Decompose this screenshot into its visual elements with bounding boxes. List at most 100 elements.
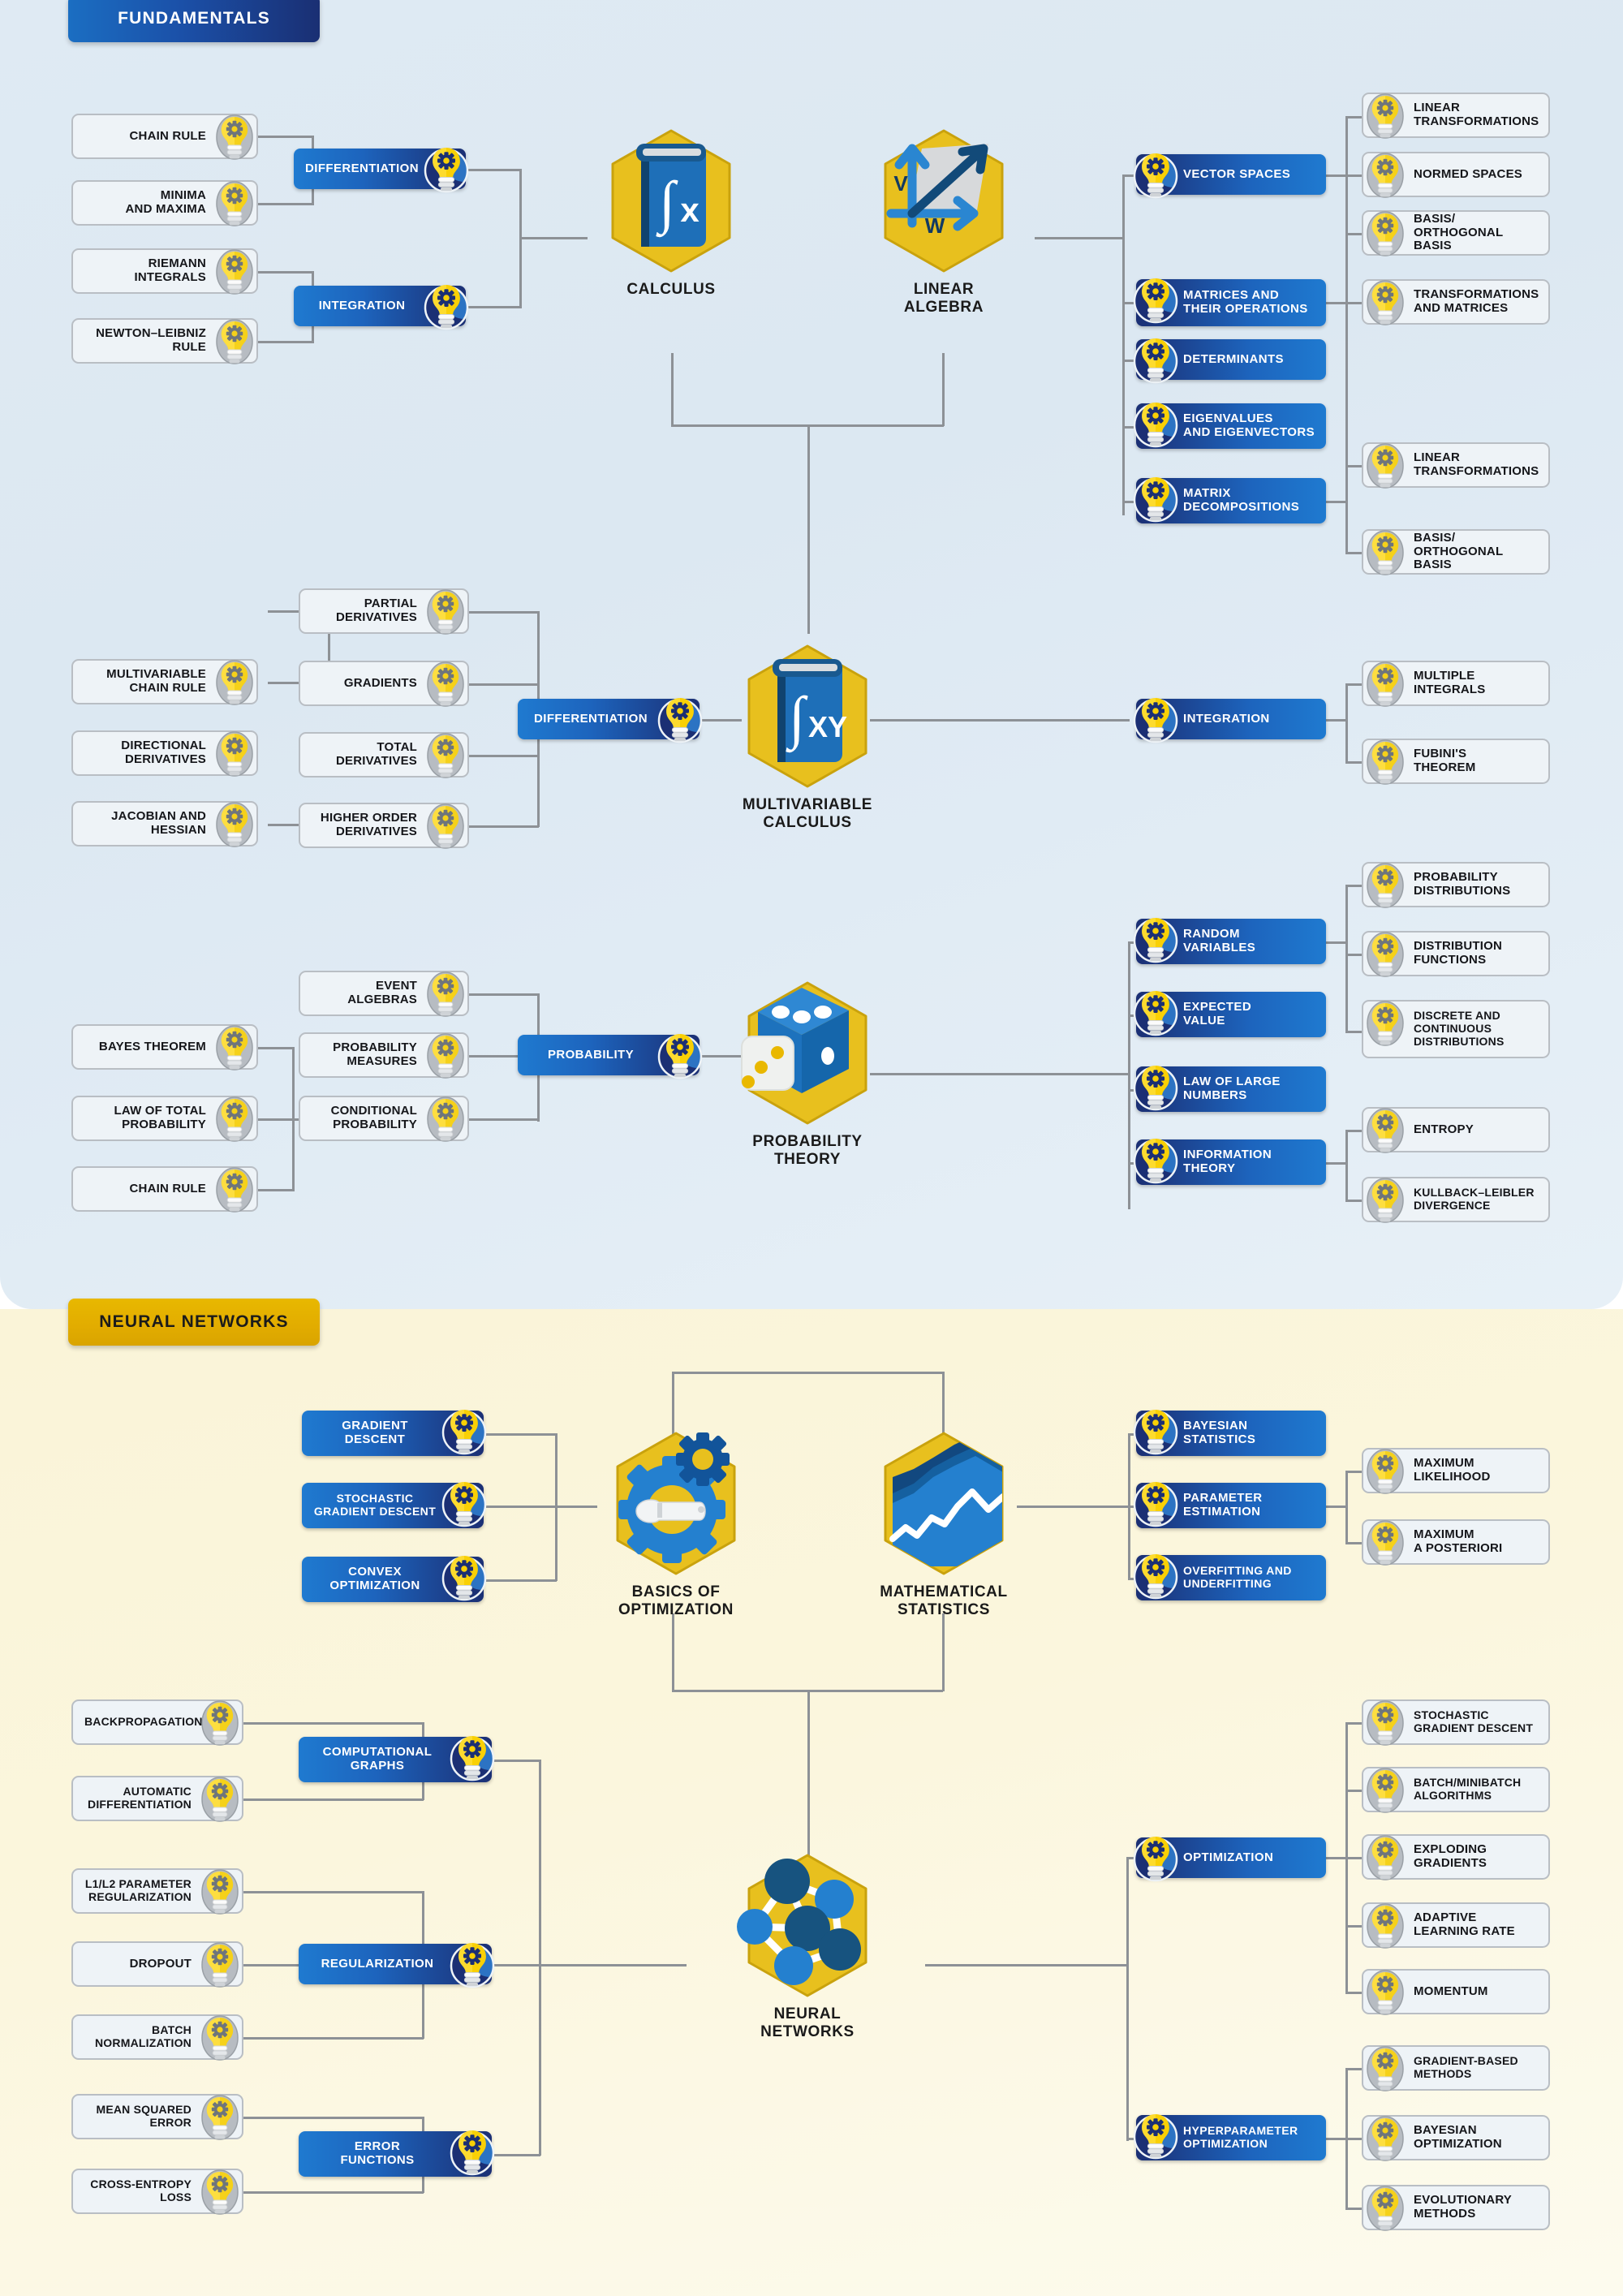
pill-integration-calculus[interactable]: INTEGRATION: [294, 286, 466, 326]
leaf-law-of-total-probability[interactable]: LAW OF TOTAL PROBABILITY: [71, 1096, 258, 1141]
hub-probability-theory[interactable]: PROBABILITY THEORY: [722, 978, 893, 1169]
pill-integration-multivariable[interactable]: INTEGRATION: [1136, 699, 1326, 739]
pill-determinants[interactable]: DETERMINANTS: [1136, 339, 1326, 380]
leaf-label: ENTROPY: [1414, 1122, 1474, 1136]
leaf-linear-transformations-vs[interactable]: LINEAR TRANSFORMATIONS: [1362, 93, 1550, 138]
lightbulb-gear-icon: [440, 1406, 489, 1455]
connector: [469, 611, 539, 614]
leaf-higher-order-derivatives[interactable]: HIGHER ORDER DERIVATIVES: [299, 803, 469, 848]
leaf-gradient-based-methods[interactable]: GRADIENT-BASED METHODS: [1362, 2045, 1550, 2091]
pill-optimization-nn[interactable]: OPTIMIZATION: [1136, 1837, 1326, 1878]
leaf-evolutionary-methods[interactable]: EVOLUTIONARY METHODS: [1362, 2185, 1550, 2230]
leaf-total-derivatives[interactable]: TOTAL DERIVATIVES: [299, 732, 469, 778]
leaf-maximum-likelihood[interactable]: MAXIMUM LIKELIHOOD: [1362, 1448, 1550, 1493]
leaf-basis-orthogonal-basis-vs[interactable]: BASIS/ ORTHOGONAL BASIS: [1362, 210, 1550, 256]
lightbulb-gear-icon: [200, 2167, 240, 2217]
connector: [1326, 1857, 1347, 1859]
pill-stochastic-gradient-descent[interactable]: STOCHASTIC GRADIENT DESCENT: [302, 1483, 484, 1528]
leaf-newton-leibniz-rule[interactable]: NEWTON–LEIBNIZ RULE: [71, 318, 258, 364]
pill-random-variables[interactable]: RANDOM VARIABLES: [1136, 919, 1326, 964]
leaf-label-line1: EXPLODING: [1414, 1842, 1487, 1857]
leaf-backpropagation[interactable]: BACKPROPAGATION: [71, 1699, 243, 1745]
leaf-adaptive-learning-rate[interactable]: ADAPTIVE LEARNING RATE: [1362, 1902, 1550, 1948]
hub-calculus[interactable]: ∫ x CALCULUS: [586, 126, 756, 299]
pill-overfitting-and-underfitting[interactable]: OVERFITTING AND UNDERFITTING: [1136, 1555, 1326, 1600]
connector: [1345, 1925, 1363, 1928]
hub-basics-of-optimization[interactable]: BASICS OF OPTIMIZATION: [591, 1428, 761, 1619]
leaf-label-line2: A POSTERIORI: [1414, 1541, 1503, 1555]
hub-linear-algebra[interactable]: V W LINEAR ALGEBRA: [859, 126, 1029, 317]
leaf-cross-entropy-loss[interactable]: CROSS-ENTROPY LOSS: [71, 2169, 243, 2214]
leaf-label-line1: DIRECTIONAL: [121, 739, 206, 753]
leaf-kullback-leibler-divergence[interactable]: KULLBACK–LEIBLER DIVERGENCE: [1362, 1177, 1550, 1222]
leaf-exploding-gradients[interactable]: EXPLODING GRADIENTS: [1362, 1834, 1550, 1880]
leaf-discrete-and-continuous-distributions[interactable]: DISCRETE AND CONTINUOUS DISTRIBUTIONS: [1362, 1000, 1550, 1058]
leaf-l1-l2-parameter-regularization[interactable]: L1/L2 PARAMETER REGULARIZATION: [71, 1868, 243, 1914]
leaf-probability-distributions[interactable]: PROBABILITY DISTRIBUTIONS: [1362, 862, 1550, 907]
leaf-jacobian-and-hessian[interactable]: JACOBIAN AND HESSIAN: [71, 801, 258, 846]
pill-label-line1: PARAMETER: [1183, 1491, 1263, 1506]
pill-error-functions[interactable]: ERROR FUNCTIONS: [299, 2131, 492, 2177]
leaf-linear-transformations-md[interactable]: LINEAR TRANSFORMATIONS: [1362, 442, 1550, 488]
leaf-label-line1: TOTAL: [377, 740, 417, 755]
leaf-bayesian-optimization[interactable]: BAYESIAN OPTIMIZATION: [1362, 2115, 1550, 2160]
leaf-batch-minibatch-algorithms[interactable]: BATCH/MINIBATCH ALGORITHMS: [1362, 1767, 1550, 1812]
leaf-mean-squared-error[interactable]: MEAN SQUARED ERROR: [71, 2094, 243, 2139]
leaf-chain-rule-probability[interactable]: CHAIN RULE: [71, 1166, 258, 1212]
leaf-multiple-integrals[interactable]: MULTIPLE INTEGRALS: [1362, 661, 1550, 706]
pill-matrix-decompositions[interactable]: MATRIX DECOMPOSITIONS: [1136, 478, 1326, 523]
leaf-directional-derivatives[interactable]: DIRECTIONAL DERIVATIVES: [71, 730, 258, 776]
lightbulb-gear-icon: [1365, 1833, 1406, 1883]
leaf-partial-derivatives[interactable]: PARTIAL DERIVATIVES: [299, 588, 469, 634]
pill-eigenvalues-and-eigenvectors[interactable]: EIGENVALUES AND EIGENVECTORS: [1136, 403, 1326, 449]
leaf-riemann-integrals[interactable]: RIEMANN INTEGRALS: [71, 248, 258, 294]
leaf-normed-spaces[interactable]: NORMED SPACES: [1362, 152, 1550, 197]
leaf-automatic-differentiation[interactable]: AUTOMATIC DIFFERENTIATION: [71, 1776, 243, 1821]
hub-neural-networks[interactable]: NEURAL NETWORKS: [722, 1850, 893, 2041]
leaf-probability-measures[interactable]: PROBABILITY MEASURES: [299, 1032, 469, 1078]
leaf-conditional-probability[interactable]: CONDITIONAL PROBABILITY: [299, 1096, 469, 1141]
pill-probability[interactable]: PROBABILITY: [518, 1035, 700, 1075]
pill-matrices-and-their-operations[interactable]: MATRICES AND THEIR OPERATIONS: [1136, 279, 1326, 326]
leaf-gradients[interactable]: GRADIENTS: [299, 661, 469, 706]
leaf-event-algebras[interactable]: EVENT ALGEBRAS: [299, 971, 469, 1016]
hub-mathematical-statistics[interactable]: MATHEMATICAL STATISTICS: [859, 1428, 1029, 1619]
leaf-stochastic-gradient-descent-nn[interactable]: STOCHASTIC GRADIENT DESCENT: [1362, 1699, 1550, 1745]
pill-law-of-large-numbers[interactable]: LAW OF LARGE NUMBERS: [1136, 1066, 1326, 1112]
leaf-entropy[interactable]: ENTROPY: [1362, 1107, 1550, 1152]
vector-v-glyph: V: [893, 171, 908, 196]
pill-regularization[interactable]: REGULARIZATION: [299, 1944, 492, 1984]
pill-gradient-descent[interactable]: GRADIENT DESCENT: [302, 1411, 484, 1456]
leaf-minima-and-maxima[interactable]: MINIMA AND MAXIMA: [71, 180, 258, 226]
leaf-maximum-a-posteriori[interactable]: MAXIMUM A POSTERIORI: [1362, 1519, 1550, 1565]
leaf-basis-orthogonal-basis-md[interactable]: BASIS/ ORTHOGONAL BASIS: [1362, 529, 1550, 575]
pill-convex-optimization[interactable]: CONVEX OPTIMIZATION: [302, 1557, 484, 1602]
leaf-bayes-theorem[interactable]: BAYES THEOREM: [71, 1024, 258, 1070]
leaf-chain-rule[interactable]: CHAIN RULE: [71, 114, 258, 159]
leaf-multivariable-chain-rule[interactable]: MULTIVARIABLE CHAIN RULE: [71, 659, 258, 704]
connector: [1126, 1857, 1129, 2141]
pill-information-theory[interactable]: INFORMATION THEORY: [1136, 1139, 1326, 1185]
pill-expected-value[interactable]: EXPECTED VALUE: [1136, 992, 1326, 1037]
leaf-fubinis-theorem[interactable]: FUBINI'S THEOREM: [1362, 739, 1550, 784]
pill-parameter-estimation[interactable]: PARAMETER ESTIMATION: [1136, 1483, 1326, 1528]
pill-hyperparameter-optimization[interactable]: HYPERPARAMETER OPTIMIZATION: [1136, 2115, 1326, 2160]
pill-differentiation-multivariable[interactable]: DIFFERENTIATION: [518, 699, 700, 739]
leaf-label-line2: DERIVATIVES: [336, 754, 417, 768]
leaf-dropout[interactable]: DROPOUT: [71, 1941, 243, 1987]
probability-theory-icon: [730, 978, 885, 1128]
leaf-batch-normalization[interactable]: BATCH NORMALIZATION: [71, 2014, 243, 2060]
pill-bayesian-statistics[interactable]: BAYESIAN STATISTICS: [1136, 1411, 1326, 1456]
hub-multivariable-calculus[interactable]: ∫ XY MULTIVARIABLE CALCULUS: [722, 641, 893, 832]
leaf-label-line2: PROBABILITY: [122, 1118, 206, 1131]
connector: [1345, 1130, 1348, 1201]
pill-label-line1: MATRICES AND: [1183, 288, 1280, 303]
pill-differentiation-calculus[interactable]: DIFFERENTIATION: [294, 149, 466, 189]
leaf-momentum[interactable]: MOMENTUM: [1362, 1969, 1550, 2014]
leaf-transformations-and-matrices[interactable]: TRANSFORMATIONS AND MATRICES: [1362, 279, 1550, 325]
pill-vector-spaces[interactable]: VECTOR SPACES: [1136, 154, 1326, 195]
pill-label: DIFFERENTIATION: [534, 711, 648, 726]
pill-computational-graphs[interactable]: COMPUTATIONAL GRAPHS: [299, 1737, 492, 1782]
leaf-distribution-functions[interactable]: DISTRIBUTION FUNCTIONS: [1362, 931, 1550, 976]
leaf-label-line1: BASIS/: [1414, 211, 1456, 226]
